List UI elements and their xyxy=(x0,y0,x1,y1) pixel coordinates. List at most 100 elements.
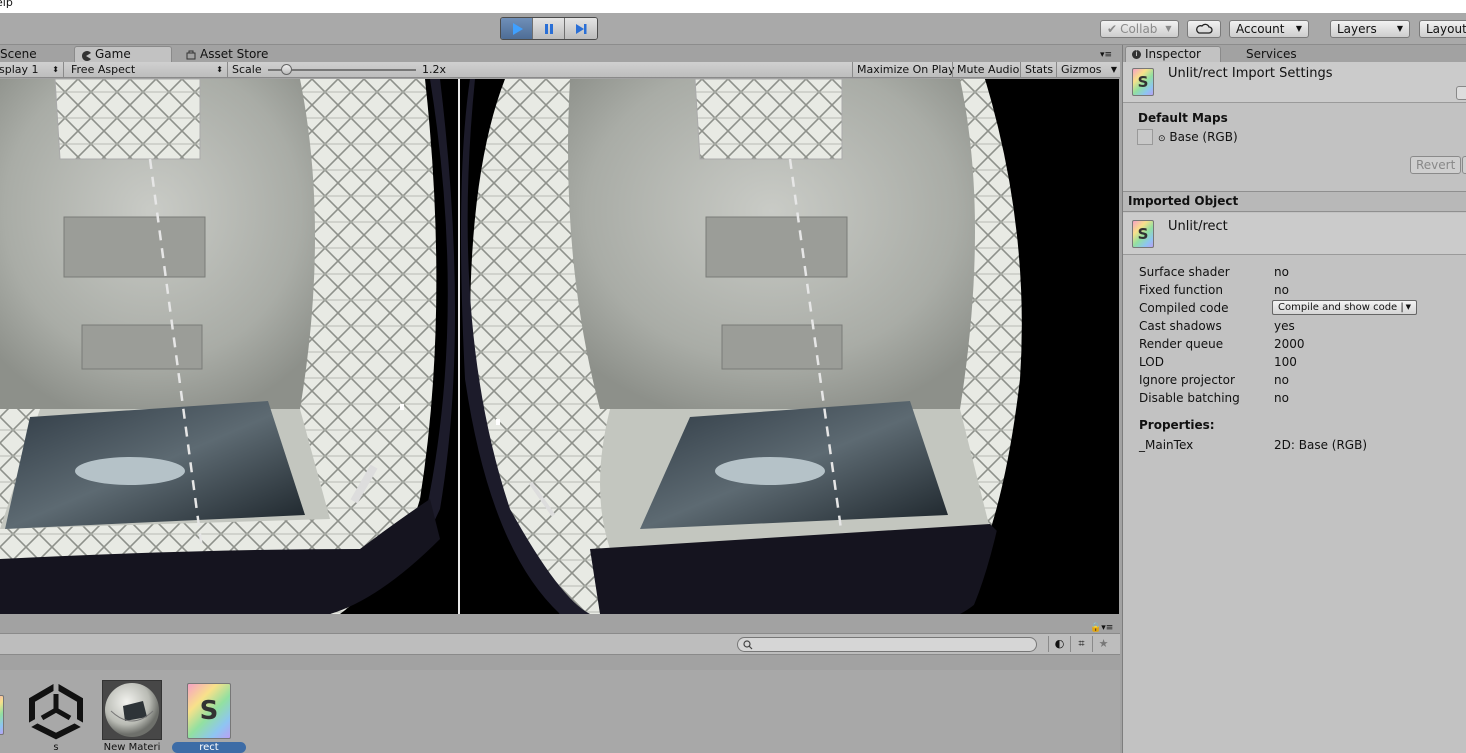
tab-asset-store-label: Asset Store xyxy=(200,46,269,61)
display-label: splay 1 xyxy=(0,63,39,76)
base-map-field[interactable]: ⊙ Base (RGB) xyxy=(1158,130,1238,144)
collab-label: Collab xyxy=(1120,22,1158,36)
object-picker-icon: ⊙ xyxy=(1158,134,1166,144)
imported-object-header-row: S Unlit/rect xyxy=(1123,213,1466,255)
asset-item[interactable]: New Materi xyxy=(100,680,164,753)
gizmos-dropdown[interactable]: Gizmos ▼ xyxy=(1056,62,1120,78)
step-button[interactable] xyxy=(565,18,597,39)
maximize-on-play-toggle[interactable]: Maximize On Play xyxy=(852,62,959,78)
play-icon xyxy=(512,22,523,35)
pause-icon xyxy=(544,23,553,34)
search-icon xyxy=(743,640,753,650)
search-by-type-button[interactable]: ◐ xyxy=(1048,636,1070,652)
display-dropdown[interactable]: splay 1 ⬍ xyxy=(0,62,64,78)
collab-button[interactable]: ✔ Collab ▼ xyxy=(1100,20,1179,38)
chevron-down-icon: ▼ xyxy=(1165,24,1172,33)
aspect-dropdown[interactable]: Free Aspect ⬍ xyxy=(66,62,228,78)
pacman-icon xyxy=(81,50,91,61)
chevron-icon: ⬍ xyxy=(52,65,59,74)
search-by-label-button[interactable]: ⌗ xyxy=(1070,636,1092,652)
check-icon: ✔ xyxy=(1107,22,1118,36)
prop-row: Cast shadows yes xyxy=(1139,317,1459,335)
chevron-icon: ⬍ xyxy=(216,65,223,74)
layout-dropdown[interactable]: Layout xyxy=(1419,20,1466,38)
layers-label: Layers xyxy=(1337,22,1377,36)
scale-slider-thumb[interactable] xyxy=(280,64,292,75)
project-toolbar: ◐ ⌗ ★ xyxy=(0,633,1120,655)
stereo-render-image xyxy=(0,79,1119,614)
main-toolbar: ✔ Collab ▼ Account ▼ Layers ▼ Layout xyxy=(0,13,1466,45)
tab-asset-store[interactable]: Asset Store xyxy=(180,46,274,62)
prop-key: Disable batching xyxy=(1139,391,1240,405)
prop-value: no xyxy=(1274,283,1289,297)
stats-toggle[interactable]: Stats xyxy=(1020,62,1057,78)
prop-key: LOD xyxy=(1139,355,1164,369)
open-button[interactable] xyxy=(1456,86,1466,100)
play-button[interactable] xyxy=(501,18,533,39)
tab-services[interactable]: Services xyxy=(1240,46,1303,62)
compile-show-code-button[interactable]: Compile and show code | ▼ xyxy=(1272,300,1417,315)
cloud-button[interactable] xyxy=(1187,20,1221,38)
project-panel: 🔒▾≡ ◐ ⌗ ★ s New Materi S rect xyxy=(0,618,1120,753)
layers-dropdown[interactable]: Layers ▼ xyxy=(1330,20,1410,38)
prop-key: Render queue xyxy=(1139,337,1224,351)
tab-scene-label: Scene xyxy=(0,46,37,61)
prop-row: LOD 100 xyxy=(1139,353,1459,371)
menu-help[interactable]: elp xyxy=(0,0,13,8)
account-label: Account xyxy=(1236,22,1285,36)
shader-icon: S xyxy=(1132,68,1154,96)
asset-grid: s New Materi S rect xyxy=(0,670,1120,753)
prop-key: Compiled code xyxy=(1139,301,1229,315)
scale-value: 1.2x xyxy=(422,63,447,76)
panel-menu-icon[interactable]: ▾≡ xyxy=(1100,50,1112,60)
apply-button[interactable] xyxy=(1462,156,1466,174)
base-map-slot[interactable] xyxy=(1137,129,1153,145)
material-sphere-icon xyxy=(105,683,159,737)
game-viewport[interactable] xyxy=(0,79,1119,614)
shader-prop-row: _MainTex 2D: Base (RGB) xyxy=(1139,436,1459,454)
prop-row: Compiled code Compile and show code | ▼ xyxy=(1139,299,1459,317)
prop-row: Render queue 2000 xyxy=(1139,335,1459,353)
prop-key: Surface shader xyxy=(1139,265,1230,279)
unity-logo-icon xyxy=(26,682,86,740)
material-thumbnail xyxy=(102,680,162,740)
import-settings-title: Unlit/rect Import Settings xyxy=(1168,66,1333,81)
pause-button[interactable] xyxy=(533,18,565,39)
prop-value: yes xyxy=(1274,319,1295,333)
tab-scene[interactable]: Scene xyxy=(0,46,43,62)
store-icon xyxy=(186,49,196,60)
prop-row: Disable batching no xyxy=(1139,389,1459,407)
shader-icon: S xyxy=(187,683,231,739)
object-name: Unlit/rect xyxy=(1168,219,1228,234)
imported-object-header: Imported Object xyxy=(1123,191,1466,212)
chevron-down-icon: ▼ xyxy=(1295,24,1302,33)
compile-label: Compile and show code | xyxy=(1278,302,1404,313)
favorites-button[interactable]: ★ xyxy=(1092,636,1114,652)
account-dropdown[interactable]: Account ▼ xyxy=(1229,20,1309,38)
prop-key: Ignore projector xyxy=(1139,373,1235,387)
prop-row: Fixed function no xyxy=(1139,281,1459,299)
search-input[interactable] xyxy=(737,637,1037,652)
panel-menu-icon[interactable]: 🔒▾≡ xyxy=(1090,623,1113,633)
game-view-toolbar: splay 1 ⬍ Free Aspect ⬍ Scale 1.2x Maxim… xyxy=(0,62,1120,78)
revert-button[interactable]: Revert xyxy=(1410,156,1462,174)
tag-icon: ⌗ xyxy=(1078,637,1085,650)
eye-divider xyxy=(458,79,460,614)
chevron-down-icon: ▼ xyxy=(1405,303,1411,311)
inspector-tab-row: i Inspector Services xyxy=(1123,45,1466,62)
prop-key: _MainTex xyxy=(1139,438,1194,452)
asset-item[interactable]: s xyxy=(24,680,88,753)
tab-inspector-label: Inspector xyxy=(1145,47,1201,61)
tab-inspector[interactable]: i Inspector xyxy=(1125,46,1221,62)
mute-audio-toggle[interactable]: Mute Audio xyxy=(952,62,1023,78)
tab-game[interactable]: Game xyxy=(74,46,172,62)
asset-item[interactable] xyxy=(0,680,4,753)
asset-label: New Materi xyxy=(103,742,161,753)
step-icon xyxy=(576,23,587,34)
scale-slider-track[interactable] xyxy=(268,64,416,75)
game-panel: Scene Game Asset Store ▾≡ splay 1 ⬍ Free… xyxy=(0,45,1120,615)
base-map-label: Base (RGB) xyxy=(1169,130,1238,144)
info-icon: i xyxy=(1132,50,1141,59)
asset-label: rect xyxy=(172,742,246,753)
asset-item-selected[interactable]: S rect xyxy=(172,680,246,753)
